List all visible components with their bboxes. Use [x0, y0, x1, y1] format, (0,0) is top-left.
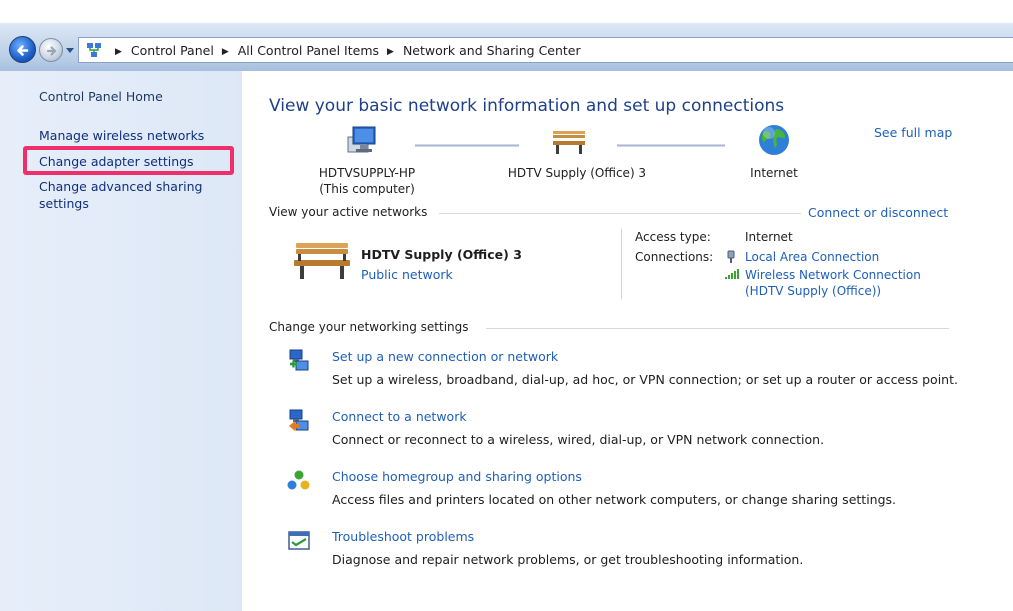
connections-label: Connections: — [635, 250, 714, 264]
task-homegroup-link[interactable]: Choose homegroup and sharing options — [332, 469, 582, 484]
computer-icon — [347, 126, 376, 153]
page-title: View your basic network information and … — [269, 96, 785, 116]
breadcrumb[interactable]: ▶ Control Panel ▶ All Control Panel Items ▶ N… — [78, 37, 1013, 63]
task-troubleshoot-desc: Diagnose and repair network problems, or… — [332, 552, 804, 567]
sidebar-item-advanced-sharing[interactable]: Change advanced sharing settings — [39, 178, 229, 212]
forward-arrow-icon — [46, 46, 57, 56]
breadcrumb-separator-icon: ▶ — [115, 47, 122, 57]
new-connection-icon — [289, 349, 309, 371]
section-divider — [439, 213, 801, 214]
local-area-connection-link[interactable]: Local Area Connection — [745, 249, 879, 265]
troubleshoot-icon — [288, 531, 310, 550]
active-network-name: HDTV Supply (Office) 3 — [361, 247, 522, 262]
map-connector-line — [415, 144, 519, 147]
breadcrumb-network-sharing[interactable]: Network and Sharing Center — [403, 43, 581, 58]
task-connect-network-desc: Connect or reconnect to a wireless, wire… — [332, 432, 825, 447]
wireless-connection-link[interactable]: Wireless Network Connection (HDTV Supply… — [745, 267, 921, 299]
network-center-icon — [87, 43, 101, 57]
access-type-value: Internet — [745, 230, 793, 244]
wireless-signal-icon — [725, 269, 739, 279]
task-homegroup-desc: Access files and printers located on oth… — [332, 492, 897, 507]
breadcrumb-all-items[interactable]: All Control Panel Items — [238, 43, 379, 58]
vertical-divider — [621, 229, 622, 299]
task-new-connection-desc: Set up a wireless, broadband, dial-up, a… — [332, 372, 958, 387]
breadcrumb-separator-icon[interactable]: ▶ — [222, 47, 229, 57]
networking-settings-heading: Change your networking settings — [269, 320, 469, 334]
access-type-label: Access type: — [635, 230, 711, 244]
map-internet-label: Internet — [750, 166, 798, 180]
recent-pages-dropdown-icon[interactable] — [65, 45, 75, 55]
active-networks-heading: View your active networks — [269, 205, 428, 219]
address-bar: ▶ Control Panel ▶ All Control Panel Items ▶ N… — [0, 0, 1013, 71]
sidebar: Control Panel Home Manage wireless netwo… — [0, 71, 242, 611]
homegroup-icon — [287, 470, 310, 490]
sidebar-item-manage-wireless[interactable]: Manage wireless networks — [39, 127, 204, 144]
back-button[interactable] — [9, 36, 36, 63]
task-new-connection-link[interactable]: Set up a new connection or network — [332, 349, 558, 364]
sidebar-home-link[interactable]: Control Panel Home — [39, 89, 163, 104]
bench-network-icon — [294, 243, 350, 279]
highlight-box — [23, 146, 234, 175]
breadcrumb-control-panel[interactable]: Control Panel — [131, 43, 214, 58]
map-computer-label: HDTVSUPPLY-HP (This computer) — [292, 165, 442, 197]
network-type-link[interactable]: Public network — [361, 267, 453, 282]
map-network-label: HDTV Supply (Office) 3 — [507, 166, 647, 180]
connect-disconnect-link[interactable]: Connect or disconnect — [808, 205, 948, 220]
ethernet-plug-icon — [727, 250, 735, 263]
globe-internet-icon — [759, 125, 789, 155]
connect-network-icon — [289, 409, 309, 431]
back-arrow-icon — [17, 45, 29, 56]
wireless-connection-ssid[interactable]: (HDTV Supply (Office)) — [745, 283, 921, 299]
computer-name: HDTVSUPPLY-HP — [318, 166, 416, 180]
main-content: View your basic network information and … — [242, 71, 1013, 611]
computer-sub: (This computer) — [319, 182, 415, 196]
bench-network-icon — [553, 131, 585, 154]
forward-button[interactable] — [39, 38, 63, 62]
task-troubleshoot-link[interactable]: Troubleshoot problems — [332, 529, 474, 544]
breadcrumb-separator-icon[interactable]: ▶ — [387, 47, 394, 57]
see-full-map-link[interactable]: See full map — [874, 125, 952, 140]
task-connect-network-link[interactable]: Connect to a network — [332, 409, 467, 424]
section-divider — [486, 328, 949, 329]
map-connector-line — [617, 144, 725, 147]
wireless-connection-name[interactable]: Wireless Network Connection — [745, 267, 921, 283]
